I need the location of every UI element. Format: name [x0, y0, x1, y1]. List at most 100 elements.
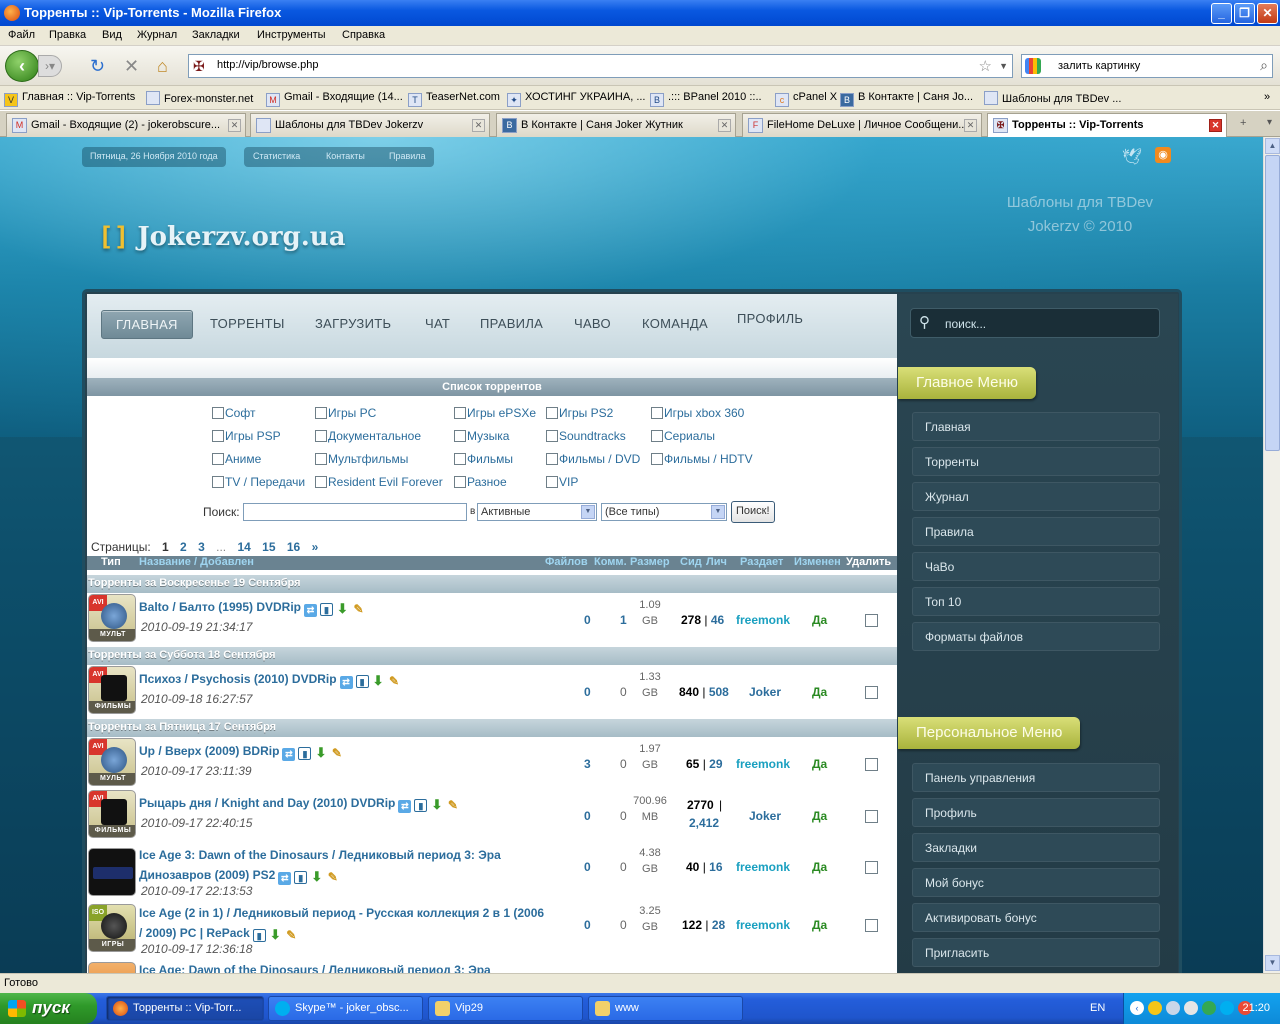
menu-help[interactable]: Справка [342, 29, 385, 41]
col-seeders[interactable]: Сид [680, 556, 702, 568]
new-tab-icon[interactable]: + [1240, 117, 1246, 129]
category-checkbox[interactable]: Музыка [454, 429, 509, 443]
torrent-title[interactable]: Ice Age 3: Dawn of the Dinosaurs / Ледни… [139, 845, 549, 885]
torrent-title[interactable]: Ice Age (2 in 1) / Ледниковый период - Р… [139, 903, 549, 943]
uploader[interactable]: Joker [749, 809, 781, 823]
sidebar-item-activate-bonus[interactable]: Активировать бонус [912, 903, 1160, 932]
category-thumb[interactable] [88, 962, 136, 973]
leechers[interactable]: 2,412 [689, 816, 719, 830]
start-button[interactable]: пуск [0, 993, 97, 1024]
url-dropdown-icon[interactable]: ▼ [999, 61, 1008, 71]
taskbar-item-skype[interactable]: Skype™ - joker_obsc... [268, 996, 423, 1021]
category-thumb-ps2[interactable] [88, 848, 136, 896]
bookmark-item[interactable]: c cPanel X [775, 91, 837, 107]
delete-checkbox[interactable] [865, 686, 878, 699]
sidebar-search-placeholder[interactable]: поиск... [945, 317, 986, 331]
files-count[interactable]: 0 [584, 685, 591, 699]
clock[interactable]: 21:20 [1242, 1002, 1270, 1014]
col-leechers[interactable]: Лич [706, 556, 727, 568]
seeders[interactable]: 40 [686, 860, 699, 874]
sidebar-item-torrents[interactable]: Торренты [912, 447, 1160, 476]
status-select[interactable]: Активные ▼ [477, 503, 597, 521]
tab-list-icon[interactable]: ▾ [1267, 117, 1272, 128]
sidebar-item-top10[interactable]: Топ 10 [912, 587, 1160, 616]
category-checkbox[interactable]: Soundtracks [546, 429, 626, 443]
tray-skype-icon[interactable] [1220, 1001, 1234, 1015]
language-indicator[interactable]: EN [1090, 1002, 1105, 1014]
sidebar-item-invite[interactable]: Пригласить [912, 938, 1160, 967]
category-checkbox[interactable]: Игры PC [315, 406, 376, 420]
close-button[interactable]: ✕ [1257, 3, 1278, 24]
category-checkbox[interactable]: Фильмы [454, 452, 513, 466]
category-checkbox[interactable]: Фильмы / DVD [546, 452, 640, 466]
files-count[interactable]: 0 [584, 809, 591, 823]
search-icon[interactable]: ⌕ [1260, 57, 1268, 74]
category-checkbox[interactable]: Мультфильмы [315, 452, 408, 466]
category-checkbox[interactable]: Игры PS2 [546, 406, 613, 420]
seeders[interactable]: 65 [686, 757, 699, 771]
download-icon[interactable]: ⬇ [314, 746, 327, 759]
files-count[interactable]: 0 [584, 613, 591, 627]
link-contacts[interactable]: Контакты [326, 151, 365, 161]
download-icon[interactable]: ⬇ [269, 928, 282, 941]
files-count[interactable]: 0 [584, 860, 591, 874]
category-checkbox[interactable]: Разное [454, 475, 507, 489]
uploader[interactable]: freemonk [736, 918, 790, 932]
download-icon[interactable]: ⬇ [372, 674, 385, 687]
menu-edit[interactable]: Правка [49, 29, 86, 41]
nav-upload[interactable]: ЗАГРУЗИТЬ [315, 316, 391, 331]
edit-icon[interactable]: ✎ [326, 871, 339, 884]
category-thumb-cartoon[interactable]: AVI МУЛЬТ [88, 594, 136, 642]
update-icon[interactable]: ⇄ [304, 604, 317, 617]
comments-count[interactable]: 1 [620, 613, 627, 627]
search-input[interactable]: залить картинку [1058, 60, 1140, 72]
download-icon[interactable]: ⬇ [336, 602, 349, 615]
update-icon[interactable]: ⇄ [278, 872, 292, 885]
bookmark-icon[interactable]: ▮ [298, 747, 312, 760]
google-icon[interactable] [1025, 58, 1041, 74]
edit-icon[interactable]: ✎ [388, 675, 401, 688]
category-checkbox[interactable]: Сериалы [651, 429, 715, 443]
menu-history[interactable]: Журнал [137, 29, 177, 41]
tray-shield-icon[interactable] [1202, 1001, 1216, 1015]
edit-icon[interactable]: ✎ [330, 747, 343, 760]
update-icon[interactable]: ⇄ [282, 748, 296, 761]
leechers[interactable]: 29 [709, 757, 722, 771]
taskbar-item-folder[interactable]: www [588, 996, 743, 1021]
torrent-title[interactable]: Рыцарь дня / Knight and Day (2010) DVDRi… [139, 793, 549, 813]
torrent-title[interactable]: Психоз / Psychosis (2010) DVDRip ⇄ ▮ ⬇ ✎ [139, 669, 549, 689]
scroll-thumb[interactable] [1265, 155, 1280, 451]
category-checkbox[interactable]: TV / Передачи [212, 475, 305, 489]
col-type[interactable]: Тип [101, 556, 121, 568]
sidebar-item-control-panel[interactable]: Панель управления [912, 763, 1160, 792]
nav-torrents[interactable]: ТОРРЕНТЫ [210, 316, 285, 331]
bookmark-icon[interactable]: ▮ [414, 799, 428, 812]
seeders[interactable]: 122 [682, 918, 702, 932]
sidebar-item-bookmarks[interactable]: Закладки [912, 833, 1160, 862]
vertical-scrollbar[interactable]: ▲ ▼ [1263, 137, 1280, 973]
menu-file[interactable]: Файл [8, 29, 35, 41]
sidebar-item-log[interactable]: Журнал [912, 482, 1160, 511]
torrent-search-input[interactable] [243, 503, 467, 521]
taskbar-item-folder[interactable]: Vip29 [428, 996, 583, 1021]
nav-faq[interactable]: ЧАВО [574, 316, 611, 331]
seeders[interactable]: 840 [679, 685, 699, 699]
forward-button[interactable]: ›▾ [38, 55, 62, 77]
uploader[interactable]: freemonk [736, 757, 790, 771]
bookmark-icon[interactable]: ▮ [320, 603, 333, 616]
link-statistics[interactable]: Статистика [253, 151, 300, 161]
torrent-title[interactable]: Up / Вверх (2009) BDRip ⇄ ▮ ⬇ ✎ [139, 741, 549, 761]
edit-icon[interactable]: ✎ [285, 929, 298, 942]
tab-close-icon[interactable]: ✕ [964, 119, 977, 132]
bookmark-item[interactable]: Шаблоны для TBDev ... [984, 91, 1121, 105]
col-files[interactable]: Файлов [545, 556, 588, 568]
search-box[interactable]: залить картинку ⌕ [1021, 54, 1273, 78]
link-rules[interactable]: Правила [389, 151, 426, 161]
torrent-title[interactable]: Balto / Балто (1995) DVDRip ⇄ ▮ ⬇ ✎ [139, 597, 549, 617]
menu-view[interactable]: Вид [102, 29, 122, 41]
twitter-icon[interactable]: 🕊 [1122, 147, 1142, 167]
delete-checkbox[interactable] [865, 810, 878, 823]
category-thumb-films[interactable]: AVI ФИЛЬМЫ [88, 790, 136, 838]
uploader[interactable]: Joker [749, 685, 781, 699]
bookmark-item[interactable]: B.::: BPanel 2010 ::.. [650, 91, 762, 107]
